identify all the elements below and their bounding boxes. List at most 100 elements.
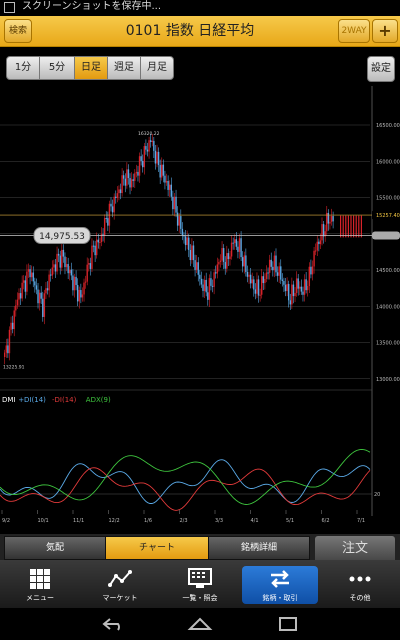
home-icon[interactable] (186, 616, 214, 632)
candle (278, 266, 280, 276)
period-1min[interactable]: 1分 (6, 56, 40, 80)
candle (189, 249, 192, 261)
candle (140, 156, 142, 161)
candle (145, 146, 147, 150)
indicator-legend: ADX(9) (86, 396, 111, 404)
candle (262, 276, 265, 284)
candle (81, 294, 84, 298)
candle (259, 294, 261, 296)
candle (37, 289, 39, 304)
title-bar: 検索 0101 指数 日経平均 2WAY + (0, 16, 400, 47)
candle (254, 289, 257, 294)
candle (69, 269, 71, 274)
nav-more[interactable]: その他 (320, 560, 400, 608)
adx-line (0, 448, 371, 505)
candle (121, 175, 123, 194)
candle (119, 189, 122, 194)
candle (257, 279, 260, 296)
candle (281, 279, 284, 282)
period-weekly[interactable]: 週足 (107, 56, 141, 80)
tab-quote[interactable]: 気配 (4, 536, 106, 560)
candle (16, 299, 19, 306)
candle (51, 267, 53, 276)
add-button[interactable]: + (372, 19, 398, 43)
status-text: スクリーンショットを保存中... (22, 1, 162, 12)
candle (164, 175, 166, 183)
candle (54, 264, 57, 272)
order-button[interactable]: 注文 (315, 536, 395, 562)
candle (24, 280, 27, 292)
candle (207, 292, 209, 300)
settings-button[interactable]: 設定 (367, 56, 395, 82)
exchange-icon (271, 570, 289, 588)
candle (157, 151, 160, 166)
x-tick-label: 1/6 (144, 518, 152, 524)
period-5min[interactable]: 5分 (39, 56, 75, 80)
candle (237, 246, 239, 252)
candle (272, 266, 274, 271)
candle (195, 262, 198, 270)
candle (199, 274, 201, 279)
candle (332, 216, 334, 222)
current-price-label: 15257.40 (376, 213, 400, 219)
nav-market[interactable]: マーケット (80, 560, 160, 608)
y-tick-label: 15500.00 (376, 196, 400, 202)
candle (321, 224, 323, 241)
candle (191, 245, 193, 261)
projection-bar (340, 215, 342, 238)
candle (188, 237, 190, 250)
candle (8, 329, 11, 354)
candle (286, 283, 288, 292)
recents-icon[interactable] (274, 616, 302, 632)
candle (154, 150, 157, 164)
candle (202, 284, 204, 291)
candle (308, 266, 311, 287)
candle (291, 284, 293, 305)
candle (267, 272, 269, 274)
candle (142, 160, 144, 168)
indicator-level-label: 20 (374, 492, 380, 498)
candle (50, 274, 52, 276)
candle (80, 290, 82, 298)
candle (96, 239, 98, 256)
tab-stock-details[interactable]: 銘柄詳細 (208, 536, 310, 560)
candle (234, 239, 236, 244)
x-tick-label: 5/1 (286, 518, 294, 524)
candle (143, 146, 146, 168)
candle (46, 288, 49, 291)
chart-line-icon (108, 570, 132, 587)
candle (29, 269, 31, 278)
twoway-button[interactable]: 2WAY (338, 19, 370, 43)
candle (137, 171, 139, 176)
candle (75, 276, 77, 286)
candle (15, 305, 17, 311)
period-monthly[interactable]: 月足 (140, 56, 174, 80)
candle (184, 236, 187, 246)
candle (53, 264, 55, 268)
nav-list[interactable]: 一覧・照会 (160, 560, 240, 608)
candlestick-chart[interactable]: 16500.0016000.0015500.0015000.0014500.00… (0, 86, 400, 534)
candle (86, 264, 88, 282)
candle (97, 239, 100, 243)
candle (107, 218, 109, 226)
projection-bar (350, 215, 352, 238)
back-icon[interactable] (100, 616, 128, 632)
nav-menu[interactable]: メニュー (0, 560, 80, 608)
candle (153, 140, 155, 151)
candle (62, 249, 65, 257)
tab-chart[interactable]: チャート (105, 536, 209, 560)
projection-bar (353, 215, 355, 238)
projection-bar (355, 215, 357, 238)
candle (318, 241, 320, 245)
nav-trade[interactable]: 銘柄・取引 (240, 560, 320, 608)
candle (197, 262, 199, 275)
candle (167, 181, 169, 190)
candle (72, 275, 74, 291)
candle (156, 151, 158, 164)
candle (221, 248, 223, 261)
period-daily[interactable]: 日足 (74, 56, 108, 80)
crosshair-handle (372, 231, 400, 240)
candle (218, 262, 220, 265)
candle (224, 262, 226, 269)
search-button[interactable]: 検索 (4, 19, 32, 43)
